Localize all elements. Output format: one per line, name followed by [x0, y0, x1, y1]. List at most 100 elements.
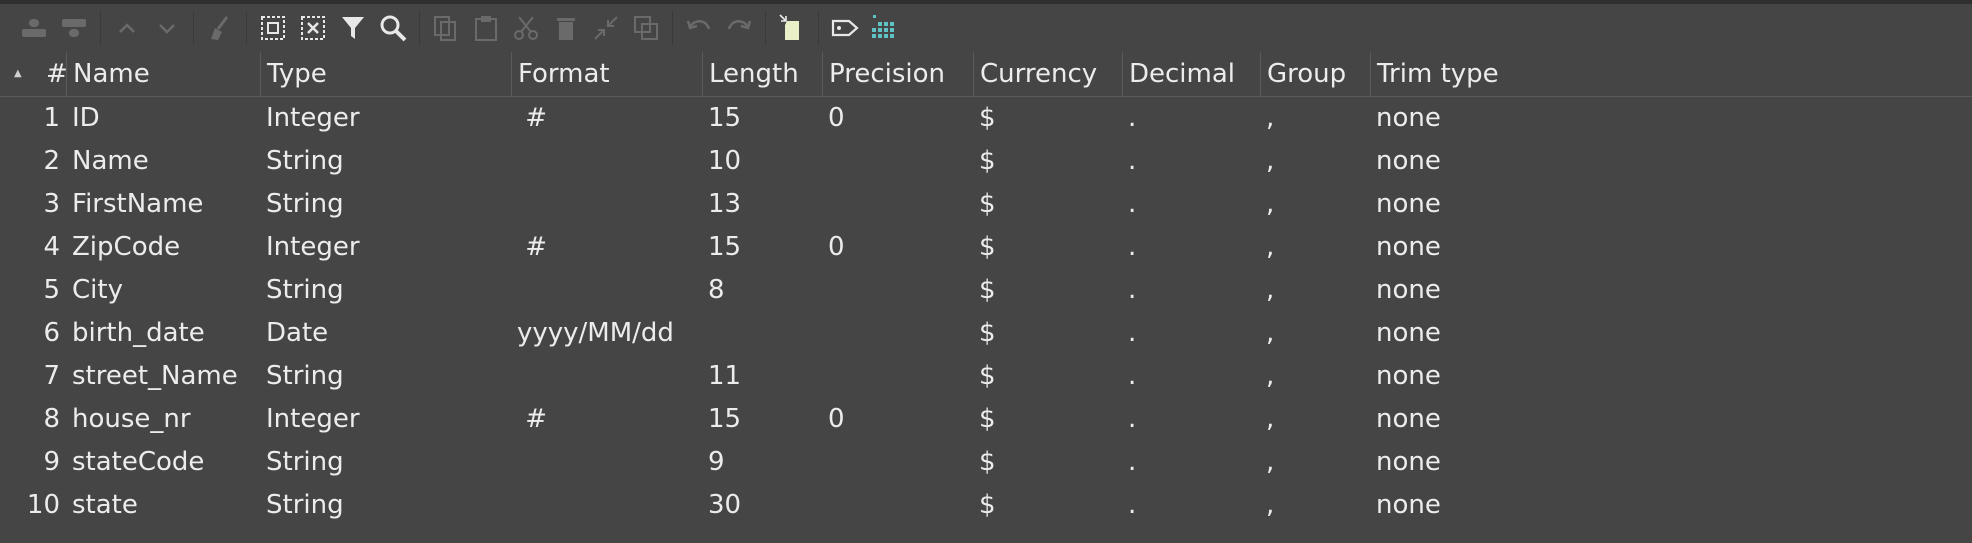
- cell-trim-type[interactable]: none: [1370, 312, 1570, 355]
- cell-type[interactable]: String: [260, 140, 516, 183]
- cell-precision[interactable]: [822, 484, 974, 527]
- cell-precision[interactable]: [822, 269, 974, 312]
- cell-currency[interactable]: $: [973, 269, 1123, 312]
- column-header-trim-type[interactable]: Trim type: [1370, 52, 1570, 96]
- cell-decimal[interactable]: .: [1122, 226, 1262, 269]
- cell-length[interactable]: 9: [702, 441, 824, 484]
- column-header-precision[interactable]: Precision: [822, 52, 974, 96]
- cell-trim-type[interactable]: none: [1370, 140, 1570, 183]
- cell-name[interactable]: birth_date: [66, 312, 262, 355]
- cell-decimal[interactable]: .: [1122, 398, 1262, 441]
- table-row[interactable]: 3 FirstName String 13 $., none: [0, 183, 1972, 226]
- table-row[interactable]: 6 birth_date Date yyyy/MM/dd $., none: [0, 312, 1972, 355]
- cell-name[interactable]: stateCode: [66, 441, 262, 484]
- cell-currency[interactable]: $: [973, 484, 1123, 527]
- cell-length[interactable]: 15: [702, 226, 824, 269]
- cell-name[interactable]: house_nr: [66, 398, 262, 441]
- table-row[interactable]: 5 City String 8 $., none: [0, 269, 1972, 312]
- table-row[interactable]: 8 house_nr Integer #15 0 $., none: [0, 398, 1972, 441]
- cell-trim-type[interactable]: none: [1370, 97, 1570, 140]
- cell-decimal[interactable]: .: [1122, 97, 1262, 140]
- cell-length[interactable]: 30: [702, 484, 824, 527]
- select-all-icon[interactable]: [253, 8, 293, 48]
- search-icon[interactable]: [373, 8, 413, 48]
- cut-icon[interactable]: [506, 8, 546, 48]
- cell-decimal[interactable]: .: [1122, 140, 1262, 183]
- column-header-group[interactable]: Group: [1260, 52, 1372, 96]
- cell-type[interactable]: String: [260, 269, 516, 312]
- cell-num[interactable]: 7: [20, 355, 64, 398]
- cell-format[interactable]: [511, 441, 703, 484]
- cell-length[interactable]: 13: [702, 183, 824, 226]
- tag-icon[interactable]: [825, 8, 865, 48]
- cell-num[interactable]: 3: [20, 183, 64, 226]
- cell-currency[interactable]: $: [973, 183, 1123, 226]
- table-row[interactable]: 7 street_Name String 11 $., none: [0, 355, 1972, 398]
- clear-selection-icon[interactable]: [293, 8, 333, 48]
- cell-name[interactable]: street_Name: [66, 355, 262, 398]
- cell-precision[interactable]: [822, 183, 974, 226]
- cell-trim-type[interactable]: none: [1370, 355, 1570, 398]
- column-header-name[interactable]: Name: [66, 52, 262, 96]
- cell-precision[interactable]: [822, 441, 974, 484]
- cell-currency[interactable]: $: [973, 312, 1123, 355]
- cell-decimal[interactable]: .: [1122, 355, 1262, 398]
- cell-type[interactable]: String: [260, 441, 516, 484]
- column-header-decimal[interactable]: Decimal: [1122, 52, 1262, 96]
- table-row[interactable]: 4 ZipCode Integer #15 0 $., none: [0, 226, 1972, 269]
- grid-icon[interactable]: [865, 8, 905, 48]
- cell-group[interactable]: ,: [1260, 398, 1372, 441]
- get-fields-icon[interactable]: [772, 8, 812, 48]
- collapse-icon[interactable]: [586, 8, 626, 48]
- cell-type[interactable]: Integer: [260, 398, 516, 441]
- cell-num[interactable]: 10: [20, 484, 64, 527]
- cell-trim-type[interactable]: none: [1370, 183, 1570, 226]
- cell-precision[interactable]: 0: [822, 97, 974, 140]
- cell-num[interactable]: 8: [20, 398, 64, 441]
- cell-length[interactable]: [702, 312, 824, 355]
- cell-group[interactable]: ,: [1260, 183, 1372, 226]
- cell-format[interactable]: #: [511, 226, 703, 269]
- cell-currency[interactable]: $: [973, 97, 1123, 140]
- cell-num[interactable]: 6: [20, 312, 64, 355]
- cell-name[interactable]: state: [66, 484, 262, 527]
- clean-icon[interactable]: [200, 8, 240, 48]
- column-header-currency[interactable]: Currency: [973, 52, 1123, 96]
- cell-num[interactable]: 5: [20, 269, 64, 312]
- column-header-num[interactable]: #: [40, 52, 68, 96]
- cell-type[interactable]: Integer: [260, 97, 516, 140]
- cell-currency[interactable]: $: [973, 441, 1123, 484]
- cell-currency[interactable]: $: [973, 226, 1123, 269]
- cell-currency[interactable]: $: [973, 398, 1123, 441]
- cell-precision[interactable]: 0: [822, 226, 974, 269]
- cell-currency[interactable]: $: [973, 355, 1123, 398]
- move-down-icon[interactable]: [147, 8, 187, 48]
- cell-name[interactable]: Name: [66, 140, 262, 183]
- cell-format[interactable]: [511, 484, 703, 527]
- cell-length[interactable]: 10: [702, 140, 824, 183]
- cell-format[interactable]: #: [511, 97, 703, 140]
- cell-group[interactable]: ,: [1260, 97, 1372, 140]
- cell-num[interactable]: 2: [20, 140, 64, 183]
- paste-icon[interactable]: [466, 8, 506, 48]
- insert-row-before-icon[interactable]: [14, 8, 54, 48]
- redo-icon[interactable]: [719, 8, 759, 48]
- cell-format[interactable]: [511, 183, 703, 226]
- cell-decimal[interactable]: .: [1122, 312, 1262, 355]
- column-header-length[interactable]: Length: [702, 52, 824, 96]
- cell-name[interactable]: City: [66, 269, 262, 312]
- cell-format[interactable]: #: [511, 398, 703, 441]
- cell-length[interactable]: 8: [702, 269, 824, 312]
- cell-trim-type[interactable]: none: [1370, 226, 1570, 269]
- cell-decimal[interactable]: .: [1122, 269, 1262, 312]
- cell-trim-type[interactable]: none: [1370, 441, 1570, 484]
- copy-icon[interactable]: [426, 8, 466, 48]
- cell-name[interactable]: ZipCode: [66, 226, 262, 269]
- cell-group[interactable]: ,: [1260, 312, 1372, 355]
- delete-icon[interactable]: [546, 8, 586, 48]
- table-row[interactable]: 10 state String 30 $., none: [0, 484, 1972, 527]
- cell-currency[interactable]: $: [973, 140, 1123, 183]
- cell-num[interactable]: 1: [20, 97, 64, 140]
- cell-format[interactable]: yyyy/MM/dd: [511, 312, 703, 355]
- cell-precision[interactable]: 0: [822, 398, 974, 441]
